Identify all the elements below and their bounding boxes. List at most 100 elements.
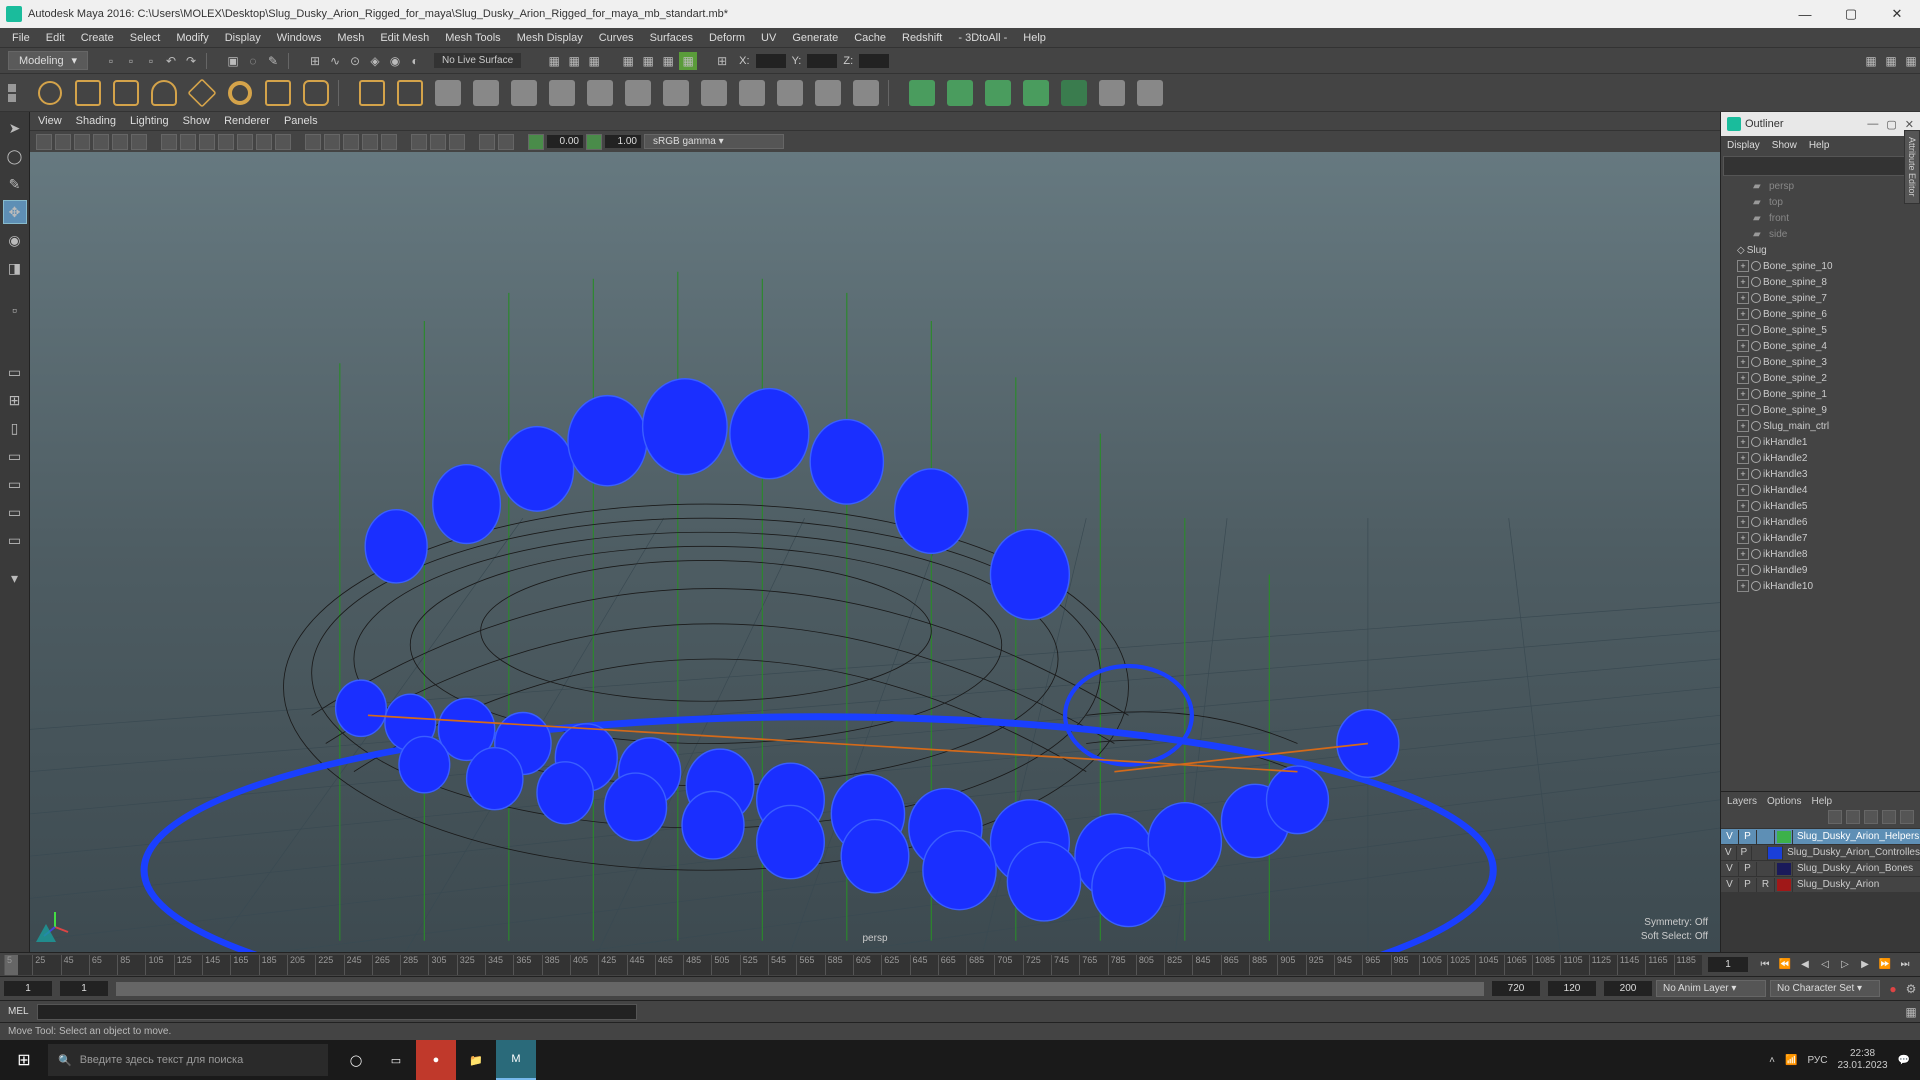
tray-lang[interactable]: РУС bbox=[1807, 1055, 1827, 1066]
lasso-icon[interactable]: ◌ bbox=[244, 52, 262, 70]
tray-network-icon[interactable]: 📶 bbox=[1785, 1055, 1797, 1066]
open-file-icon[interactable]: ▫ bbox=[122, 52, 140, 70]
start-button[interactable]: ⊞ bbox=[0, 1040, 48, 1080]
outliner-item[interactable]: +ikHandle4 bbox=[1723, 482, 1920, 498]
outliner-item[interactable]: +Bone_spine_5 bbox=[1723, 322, 1920, 338]
snap-grid-icon[interactable]: ⊞ bbox=[306, 52, 324, 70]
script-editor-icon[interactable]: ▦ bbox=[1902, 1003, 1920, 1021]
outliner-item[interactable]: +ikHandle8 bbox=[1723, 546, 1920, 562]
menu-windows[interactable]: Windows bbox=[269, 30, 330, 46]
current-frame[interactable]: 1 bbox=[1708, 957, 1748, 972]
y-input[interactable] bbox=[807, 54, 837, 68]
vp-textured-icon[interactable] bbox=[343, 134, 359, 150]
snap-plane-icon[interactable]: ◈ bbox=[366, 52, 384, 70]
character-set-dropdown[interactable]: No Character Set ▾ bbox=[1770, 980, 1880, 997]
outliner-item[interactable]: ▰side bbox=[1723, 226, 1920, 242]
outl-menu-help[interactable]: Help bbox=[1809, 140, 1830, 151]
menu-edit[interactable]: Edit bbox=[38, 30, 73, 46]
outliner-item[interactable]: +Bone_spine_4 bbox=[1723, 338, 1920, 354]
quad-draw-icon[interactable] bbox=[774, 77, 806, 109]
live-surface-indicator[interactable]: No Live Surface bbox=[434, 53, 521, 68]
render-icon[interactable]: ▦ bbox=[619, 52, 637, 70]
taskbar-clock[interactable]: 22:3823.01.2023 bbox=[1837, 1048, 1887, 1072]
poly-prism-icon[interactable] bbox=[262, 77, 294, 109]
layout-persp-icon[interactable]: ▭ bbox=[3, 472, 27, 496]
shelf-tab-icon[interactable] bbox=[8, 84, 16, 92]
color-space-dropdown[interactable]: sRGB gamma ▾ bbox=[644, 134, 784, 149]
vp-safe2-icon[interactable] bbox=[275, 134, 291, 150]
vp-res-gate-icon[interactable] bbox=[199, 134, 215, 150]
layout-icon[interactable]: ⊞ bbox=[713, 52, 731, 70]
outliner-item[interactable]: ▰front bbox=[1723, 210, 1920, 226]
prefs-icon[interactable]: ⚙ bbox=[1902, 980, 1920, 998]
maya-taskbar-icon[interactable]: M bbox=[496, 1040, 536, 1080]
redshift7-icon[interactable] bbox=[1134, 77, 1166, 109]
smooth-icon[interactable] bbox=[470, 77, 502, 109]
layout-two-icon[interactable]: ▯ bbox=[3, 416, 27, 440]
mel-label[interactable]: MEL bbox=[0, 1006, 37, 1017]
render-batch-icon[interactable]: ▦ bbox=[679, 52, 697, 70]
menu-surfaces[interactable]: Surfaces bbox=[642, 30, 701, 46]
vp-gamma-icon[interactable] bbox=[498, 134, 514, 150]
snap-curve-icon[interactable]: ∿ bbox=[326, 52, 344, 70]
x-input[interactable] bbox=[756, 54, 786, 68]
snap-live-icon[interactable]: ◉ bbox=[386, 52, 404, 70]
layer-row[interactable]: VPSlug_Dusky_Arion_Helpers bbox=[1721, 828, 1920, 844]
outliner-header[interactable]: Outliner ― ▢ ✕ bbox=[1721, 112, 1920, 136]
separate-icon[interactable] bbox=[394, 77, 426, 109]
scale-tool-icon[interactable]: ◨ bbox=[3, 256, 27, 280]
vp-safe-icon[interactable] bbox=[256, 134, 272, 150]
vp-far-icon[interactable] bbox=[586, 134, 602, 150]
outliner-item[interactable]: ◇Slug bbox=[1723, 242, 1920, 258]
menu-meshtools[interactable]: Mesh Tools bbox=[437, 30, 508, 46]
layer-row[interactable]: VPSlug_Dusky_Arion_Controlles bbox=[1721, 844, 1920, 860]
vp-shaded-icon[interactable] bbox=[324, 134, 340, 150]
save-file-icon[interactable]: ▫ bbox=[142, 52, 160, 70]
channel-toggle-icon[interactable]: ▦ bbox=[1902, 52, 1920, 70]
bevel-icon[interactable] bbox=[584, 77, 616, 109]
attribute-editor-tab[interactable]: Attribute Editor bbox=[1904, 130, 1920, 204]
menu-uv[interactable]: UV bbox=[753, 30, 784, 46]
autokey-icon[interactable]: ● bbox=[1884, 980, 1902, 998]
target-weld-icon[interactable] bbox=[698, 77, 730, 109]
vp-menu-panels[interactable]: Panels bbox=[284, 115, 318, 127]
redshift5-icon[interactable] bbox=[1058, 77, 1090, 109]
outliner-item[interactable]: +ikHandle2 bbox=[1723, 450, 1920, 466]
close-button[interactable]: ✕ bbox=[1874, 0, 1920, 28]
app-recorder-icon[interactable]: ● bbox=[416, 1040, 456, 1080]
render-settings-icon[interactable]: ▦ bbox=[659, 52, 677, 70]
outliner-close-icon[interactable]: ✕ bbox=[1905, 118, 1914, 131]
far-clip-value[interactable]: 1.00 bbox=[605, 135, 641, 148]
menu-deform[interactable]: Deform bbox=[701, 30, 753, 46]
notifications-icon[interactable]: 💬 bbox=[1898, 1055, 1910, 1066]
paint-tool-icon[interactable]: ✎ bbox=[3, 172, 27, 196]
vp-xray-joints-icon[interactable] bbox=[449, 134, 465, 150]
new-file-icon[interactable]: ▫ bbox=[102, 52, 120, 70]
outliner-minimize-icon[interactable]: ― bbox=[1867, 118, 1878, 131]
select-tool-icon[interactable]: ➤ bbox=[3, 116, 27, 140]
outliner-item[interactable]: +Bone_spine_10 bbox=[1723, 258, 1920, 274]
sidebar-toggle-icon[interactable]: ▦ bbox=[1862, 52, 1880, 70]
poly-cylinder-icon[interactable] bbox=[110, 77, 142, 109]
bridge-icon[interactable] bbox=[546, 77, 578, 109]
play-back-icon[interactable]: ◁ bbox=[1816, 956, 1834, 974]
range-end2[interactable]: 200 bbox=[1604, 981, 1652, 996]
redshift2-icon[interactable] bbox=[944, 77, 976, 109]
cortana-icon[interactable]: ◯ bbox=[336, 1040, 376, 1080]
vp-menu-shading[interactable]: Shading bbox=[76, 115, 116, 127]
toggle-icon[interactable]: ▦ bbox=[565, 52, 583, 70]
sculpt-icon[interactable] bbox=[736, 77, 768, 109]
layer-move-down-icon[interactable] bbox=[1846, 810, 1860, 824]
shelf-tab2-icon[interactable] bbox=[8, 94, 16, 102]
outliner-item[interactable]: +Bone_spine_6 bbox=[1723, 306, 1920, 322]
layout-outliner-icon[interactable]: ▭ bbox=[3, 444, 27, 468]
layer-delete-icon[interactable] bbox=[1900, 810, 1914, 824]
outliner-item[interactable]: +Bone_spine_9 bbox=[1723, 402, 1920, 418]
outl-menu-display[interactable]: Display bbox=[1727, 140, 1760, 151]
redshift1-icon[interactable] bbox=[906, 77, 938, 109]
minimize-button[interactable]: ― bbox=[1782, 0, 1828, 28]
menu-display[interactable]: Display bbox=[217, 30, 269, 46]
vp-shadows-icon[interactable] bbox=[381, 134, 397, 150]
outliner-maximize-icon[interactable]: ▢ bbox=[1886, 118, 1896, 131]
play-fwd-icon[interactable]: ▷ bbox=[1836, 956, 1854, 974]
